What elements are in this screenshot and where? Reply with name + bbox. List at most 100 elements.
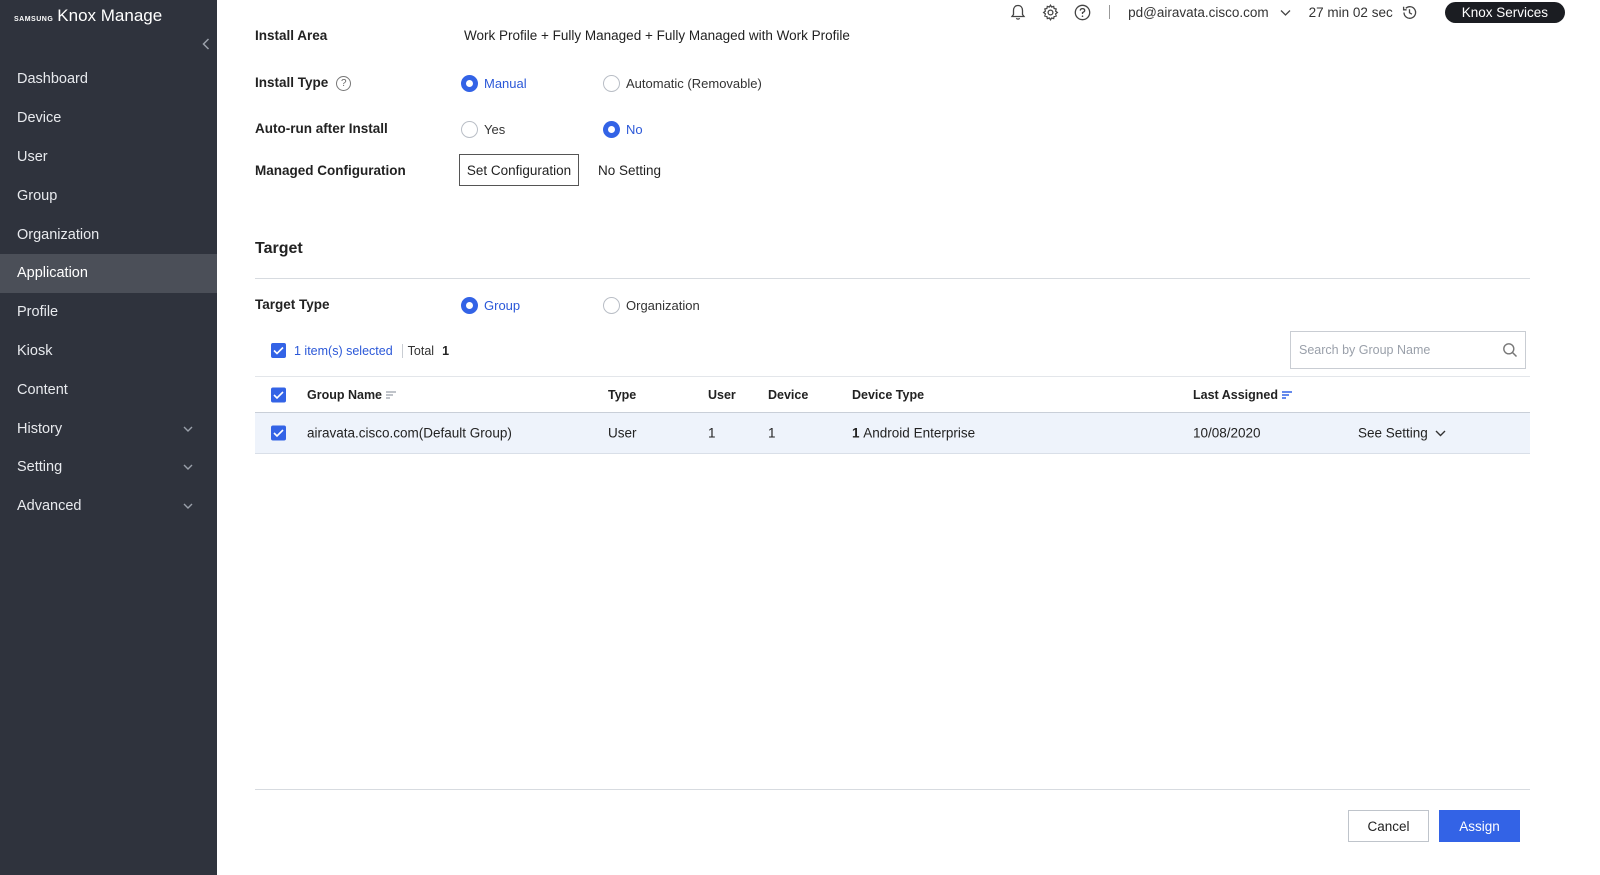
- chevron-down-icon[interactable]: [1277, 3, 1295, 21]
- sidebar-item-label: Advanced: [17, 498, 82, 515]
- column-label: Group Name: [307, 387, 383, 402]
- radio-unselected-icon: [603, 297, 620, 314]
- install-area-label: Install Area: [255, 28, 328, 43]
- sidebar-item-label: Device: [17, 110, 62, 127]
- sidebar-item-history[interactable]: History: [0, 409, 217, 448]
- history-icon[interactable]: [1401, 3, 1419, 21]
- sidebar-item-label: Organization: [17, 226, 100, 243]
- radio-label: Automatic (Removable): [626, 76, 762, 91]
- cell-user: 1: [708, 425, 716, 441]
- sidebar-nav: Dashboard Device User Group Organization…: [0, 60, 217, 526]
- sidebar-item-content[interactable]: Content: [0, 370, 217, 409]
- sidebar-item-user[interactable]: User: [0, 138, 217, 177]
- sidebar-item-organization[interactable]: Organization: [0, 215, 217, 254]
- bell-icon[interactable]: [1009, 3, 1027, 21]
- target-type-group-radio[interactable]: Group: [461, 297, 520, 314]
- column-last-assigned[interactable]: Last Assigned: [1193, 388, 1292, 402]
- auto-run-no-radio[interactable]: No: [603, 121, 643, 138]
- row-checkbox[interactable]: [271, 425, 286, 441]
- install-area-value: Work Profile + Fully Managed + Fully Man…: [464, 28, 850, 43]
- brand-logo[interactable]: SAMSUNG Knox Manage: [14, 6, 162, 26]
- top-bar: pd@airavata.cisco.com 27 min 02 sec Knox…: [995, 0, 1600, 24]
- total-count: 1: [442, 343, 450, 358]
- sidebar-item-device[interactable]: Device: [0, 99, 217, 138]
- sidebar-item-label: Kiosk: [17, 342, 53, 359]
- target-type-organization-radio[interactable]: Organization: [603, 297, 700, 314]
- brand-product: Knox Manage: [57, 6, 163, 25]
- session-timer: 27 min 02 sec: [1308, 4, 1393, 20]
- sidebar-item-application[interactable]: Application: [0, 253, 217, 293]
- target-section-title: Target: [255, 240, 303, 257]
- see-setting-dropdown[interactable]: See Setting: [1358, 426, 1447, 441]
- cell-type: User: [608, 425, 637, 441]
- table-row[interactable]: airavata.cisco.com(Default Group) User 1…: [255, 413, 1530, 454]
- help-icon[interactable]: ?: [336, 75, 352, 91]
- chevron-down-icon: [183, 426, 193, 432]
- cancel-button[interactable]: Cancel: [1348, 810, 1429, 842]
- cell-group-name: airavata.cisco.com(Default Group): [307, 425, 512, 441]
- chevron-down-icon: [183, 464, 193, 471]
- sidebar-item-setting[interactable]: Setting: [0, 448, 217, 487]
- select-summary-checkbox[interactable]: [271, 343, 286, 358]
- see-setting-label: See Setting: [1358, 425, 1428, 441]
- radio-label: No: [626, 122, 643, 137]
- help-icon[interactable]: [1073, 3, 1091, 21]
- install-type-label-text: Install Type: [255, 75, 329, 90]
- radio-selected-icon: [603, 121, 620, 138]
- search-input[interactable]: [1291, 343, 1491, 357]
- gear-icon[interactable]: [1041, 3, 1059, 21]
- assign-button[interactable]: Assign: [1439, 810, 1520, 842]
- sidebar-item-profile[interactable]: Profile: [0, 293, 217, 332]
- auto-run-yes-radio[interactable]: Yes: [461, 121, 505, 138]
- cell-device-type: 1 Android Enterprise: [852, 426, 975, 441]
- main-content: pd@airavata.cisco.com 27 min 02 sec Knox…: [217, 0, 1600, 875]
- sidebar-item-label: Application: [17, 265, 88, 282]
- selection-summary: 1 item(s) selected Total 1: [271, 343, 449, 358]
- radio-unselected-icon: [603, 75, 620, 92]
- radio-selected-icon: [461, 297, 478, 314]
- chevron-down-icon: [183, 503, 193, 510]
- device-type-name: Android Enterprise: [863, 425, 976, 441]
- sidebar: SAMSUNG Knox Manage Dashboard Device Use…: [0, 0, 217, 875]
- sidebar-item-kiosk[interactable]: Kiosk: [0, 332, 217, 371]
- install-type-manual-radio[interactable]: Manual: [461, 75, 527, 92]
- radio-label: Manual: [484, 76, 527, 91]
- column-label: Last Assigned: [1193, 387, 1278, 402]
- radio-label: Group: [484, 298, 521, 313]
- column-group-name[interactable]: Group Name: [307, 387, 397, 402]
- sidebar-item-label: Setting: [17, 459, 63, 476]
- sort-icon[interactable]: [386, 390, 397, 400]
- user-email[interactable]: pd@airavata.cisco.com: [1128, 5, 1269, 20]
- search-icon[interactable]: [1502, 342, 1518, 363]
- brand-maker: SAMSUNG: [14, 16, 54, 23]
- sidebar-item-label: Content: [17, 381, 68, 398]
- select-all-checkbox[interactable]: [271, 387, 286, 402]
- managed-config-label: Managed Configuration: [255, 163, 406, 178]
- selected-count-text: 1 item(s) selected: [294, 343, 393, 358]
- sidebar-item-label: Dashboard: [17, 71, 88, 88]
- set-configuration-button[interactable]: Set Configuration: [459, 154, 579, 186]
- knox-services-button[interactable]: Knox Services: [1444, 1, 1565, 23]
- sidebar-item-dashboard[interactable]: Dashboard: [0, 60, 217, 99]
- total-label: Total: [401, 343, 434, 358]
- sidebar-item-label: User: [17, 148, 48, 165]
- sort-active-icon[interactable]: [1281, 390, 1292, 400]
- cell-last-assigned: 10/08/2020: [1193, 425, 1261, 441]
- radio-unselected-icon: [461, 121, 478, 138]
- chevron-down-icon: [1435, 430, 1446, 437]
- radio-label: Organization: [626, 298, 700, 313]
- install-type-label: Install Type?: [255, 75, 352, 91]
- install-type-automatic-radio[interactable]: Automatic (Removable): [603, 75, 762, 92]
- sidebar-item-label: History: [17, 420, 63, 437]
- column-user: User: [708, 387, 736, 402]
- collapse-sidebar-icon[interactable]: [199, 36, 213, 52]
- column-device-type: Device Type: [852, 387, 925, 402]
- column-type: Type: [608, 387, 637, 402]
- auto-run-label: Auto-run after Install: [255, 121, 388, 136]
- device-type-count: 1: [852, 425, 860, 441]
- radio-selected-icon: [461, 75, 478, 92]
- target-type-label: Target Type: [255, 297, 330, 312]
- sidebar-item-group[interactable]: Group: [0, 176, 217, 215]
- sidebar-item-advanced[interactable]: Advanced: [0, 487, 217, 526]
- column-device: Device: [768, 387, 809, 402]
